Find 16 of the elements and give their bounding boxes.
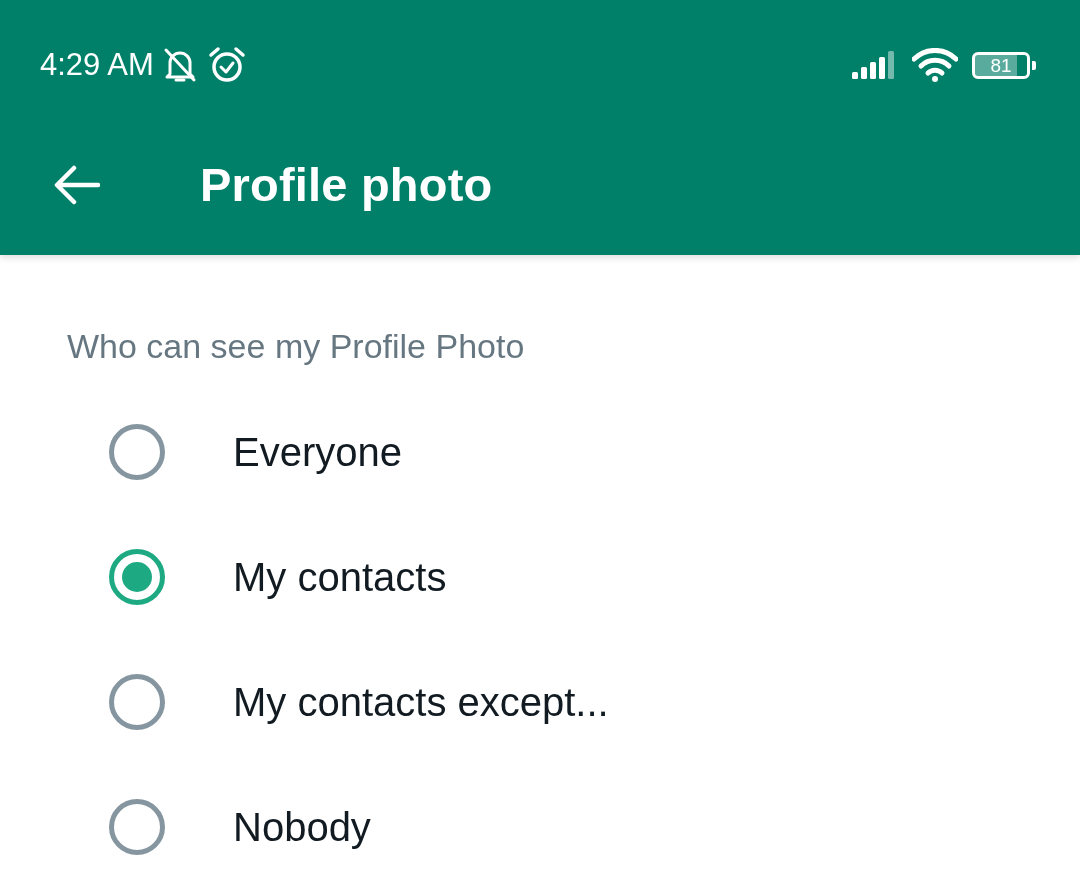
- back-button[interactable]: [52, 163, 102, 206]
- option-label[interactable]: My contacts: [233, 552, 447, 601]
- radio-button[interactable]: [109, 548, 165, 605]
- status-time: 4:29 AM: [40, 47, 154, 83]
- page-title: Profile photo: [200, 157, 493, 212]
- option-label[interactable]: Everyone: [233, 427, 402, 476]
- radio-button[interactable]: [109, 423, 165, 480]
- battery-percent: 81: [990, 55, 1012, 75]
- option-label[interactable]: My contacts except...: [233, 677, 609, 726]
- alarm-clock-icon: [207, 46, 246, 84]
- radio-button[interactable]: [109, 798, 165, 855]
- option-label[interactable]: Nobody: [233, 802, 371, 851]
- wifi-icon: [912, 48, 958, 82]
- radio-button[interactable]: [109, 673, 165, 730]
- section-header: Who can see my Profile Photo: [67, 326, 526, 367]
- back-arrow-icon: [54, 164, 100, 205]
